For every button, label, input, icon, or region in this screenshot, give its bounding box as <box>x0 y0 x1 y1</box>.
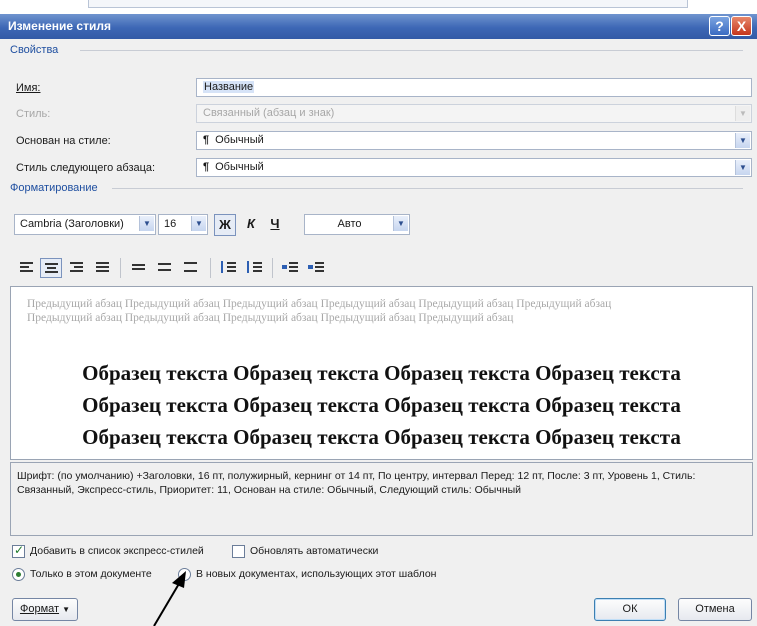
one-and-half-spacing-button[interactable] <box>154 258 176 278</box>
new-documents-label[interactable]: В новых документах, использующих этот ша… <box>196 568 436 580</box>
sample-text-line: Образец текста Образец текста Образец те… <box>82 361 681 385</box>
properties-section-heading: Свойства <box>10 44 743 56</box>
font-name-select[interactable]: Cambria (Заголовки) ▼ <box>14 214 156 235</box>
help-button[interactable]: ? <box>709 16 730 36</box>
auto-update-label[interactable]: Обновлять автоматически <box>250 545 378 557</box>
single-spacing-button[interactable] <box>128 258 150 278</box>
style-type-label: Стиль: <box>16 108 51 120</box>
align-right-button[interactable] <box>66 258 88 278</box>
section-divider <box>112 188 743 189</box>
toolbar-separator <box>120 258 121 278</box>
close-button[interactable]: X <box>731 16 752 36</box>
toolbar-separator <box>272 258 273 278</box>
ok-button[interactable]: ОК <box>594 598 666 621</box>
chevron-down-icon[interactable]: ▼ <box>735 160 750 175</box>
increase-indent-button[interactable] <box>306 258 328 278</box>
style-type-select: Связанный (абзац и знак) ▼ <box>196 104 752 123</box>
add-to-quick-styles-checkbox[interactable] <box>12 543 25 558</box>
section-divider <box>80 50 743 51</box>
align-center-button[interactable] <box>40 258 62 278</box>
align-left-button[interactable] <box>16 258 38 278</box>
font-color-select[interactable]: Авто ▼ <box>304 214 410 235</box>
italic-button[interactable]: К <box>240 214 262 236</box>
style-preview: Предыдущий абзац Предыдущий абзац Предыд… <box>10 286 753 460</box>
chevron-down-icon[interactable]: ▼ <box>139 216 154 231</box>
chevron-down-icon: ▼ <box>735 106 750 121</box>
toolbar-separator <box>210 258 211 278</box>
auto-update-checkbox[interactable] <box>232 545 245 558</box>
decrease-indent-button[interactable] <box>280 258 302 278</box>
title-bar[interactable]: Изменение стиля ? X <box>0 14 757 39</box>
style-description: Шрифт: (по умолчанию) +Заголовки, 16 пт,… <box>10 462 753 536</box>
previous-paragraph-text: Предыдущий абзац Предыдущий абзац Предыд… <box>27 298 612 324</box>
justify-button[interactable] <box>92 258 114 278</box>
chevron-down-icon[interactable]: ▼ <box>735 133 750 148</box>
bold-button[interactable]: Ж <box>214 214 236 236</box>
background-window-strip <box>0 0 757 14</box>
next-style-select[interactable]: ¶ Обычный ▼ <box>196 158 752 177</box>
space-before-button[interactable] <box>218 258 240 278</box>
new-documents-radio[interactable] <box>178 568 191 581</box>
based-on-select[interactable]: ¶ Обычный ▼ <box>196 131 752 150</box>
chevron-down-icon: ▼ <box>62 605 71 614</box>
double-spacing-button[interactable] <box>180 258 202 278</box>
based-on-label: Основан на стиле: <box>16 135 111 147</box>
underline-button[interactable]: Ч <box>264 214 286 236</box>
dialog-title: Изменение стиля <box>8 19 111 33</box>
modify-style-dialog: Изменение стиля ? X Свойства Имя: Назван… <box>0 14 757 626</box>
add-to-quick-styles-label[interactable]: Добавить в список экспресс-стилей <box>30 545 204 557</box>
only-this-document-label[interactable]: Только в этом документе <box>30 568 152 580</box>
cancel-button[interactable]: Отмена <box>678 598 752 621</box>
background-window-field <box>88 0 688 8</box>
sample-text-line: Образец текста Образец текста Образец те… <box>82 425 681 449</box>
chevron-down-icon[interactable]: ▼ <box>191 216 206 231</box>
space-after-button[interactable] <box>244 258 266 278</box>
formatting-section-heading: Форматирование <box>10 182 743 194</box>
format-button[interactable]: Формат ▼ <box>12 598 78 621</box>
sample-text-line: Образец текста Образец текста Образец те… <box>82 393 681 417</box>
next-style-label: Стиль следующего абзаца: <box>16 162 156 174</box>
name-label: Имя: <box>16 82 41 94</box>
paragraph-mark-icon: ¶ <box>203 134 210 146</box>
only-this-document-radio[interactable] <box>12 568 25 581</box>
name-field[interactable]: Название <box>196 78 752 97</box>
chevron-down-icon[interactable]: ▼ <box>393 216 408 231</box>
font-size-select[interactable]: 16 ▼ <box>158 214 208 235</box>
paragraph-mark-icon: ¶ <box>203 161 210 173</box>
